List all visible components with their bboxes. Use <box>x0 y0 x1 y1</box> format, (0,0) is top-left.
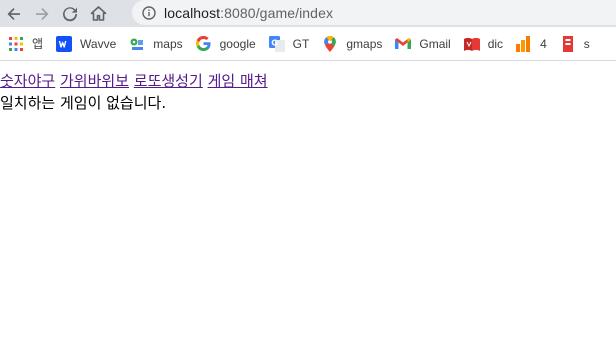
bookmark-label: Wavve <box>80 36 117 51</box>
link-rock-paper-scissors[interactable]: 가위바위보 <box>60 72 129 90</box>
bookmark-s[interactable]: s <box>557 32 593 56</box>
url-path: :8080/game/index <box>220 4 334 21</box>
svg-text:G: G <box>271 38 278 47</box>
bookmark-dic[interactable]: dic <box>461 32 506 56</box>
bookmark-label: GT <box>292 36 310 51</box>
url-host: localhost <box>164 4 221 21</box>
bookmark-label: dic <box>487 36 504 51</box>
bookmark-gt[interactable]: G GT <box>266 32 313 56</box>
browser-toolbar: localhost:8080/game/index <box>0 0 616 27</box>
back-button[interactable] <box>0 1 28 26</box>
bookmark-gmaps[interactable]: gmaps <box>319 32 385 56</box>
apps-grid-icon <box>8 36 24 52</box>
bookmark-4[interactable]: 4 <box>513 32 550 56</box>
site-info-icon[interactable] <box>142 5 156 20</box>
bookmark-label: gmaps <box>346 36 383 51</box>
red-bookmark-icon <box>560 35 576 52</box>
home-button[interactable] <box>84 1 112 26</box>
reload-icon <box>63 6 78 21</box>
gmail-icon <box>395 36 412 52</box>
link-number-baseball[interactable]: 숫자야구 <box>0 72 55 90</box>
wavve-icon <box>56 35 73 52</box>
bookmarks-bar: 앱 Wavve maps google G GT gmaps Gmail dic… <box>0 27 616 61</box>
bookmark-google[interactable]: google <box>193 32 259 56</box>
bookmark-wavve[interactable]: Wavve <box>53 32 119 56</box>
bookmark-label: 4 <box>540 36 547 51</box>
forward-arrow-icon <box>36 7 49 20</box>
bookmark-maps[interactable]: maps <box>126 32 185 56</box>
bookmark-label: Gmail <box>419 36 451 51</box>
bookmark-apps[interactable]: 앱 <box>5 32 46 56</box>
google-translate-icon: G <box>268 35 285 52</box>
bars-icon <box>516 35 532 52</box>
reload-button[interactable] <box>56 1 84 26</box>
maps-icon <box>129 36 145 52</box>
home-icon <box>90 6 106 21</box>
bookmark-label: google <box>219 36 256 51</box>
bookmark-gmail[interactable]: Gmail <box>392 32 453 56</box>
game-nav: 숫자야구 가위바위보 로또생성기 게임 매쳐 <box>0 71 268 91</box>
bookmark-label: s <box>583 36 590 51</box>
google-maps-pin-icon <box>322 35 338 52</box>
forward-button[interactable] <box>28 1 56 26</box>
back-arrow-icon <box>7 7 20 20</box>
link-lotto-generator[interactable]: 로또생성기 <box>134 72 203 90</box>
no-match-message: 일치하는 게임이 없습니다. <box>0 94 167 112</box>
bookmark-label: maps <box>153 36 183 51</box>
google-icon <box>196 36 212 52</box>
dictionary-icon <box>463 36 480 52</box>
url-text: localhost:8080/game/index <box>164 5 333 21</box>
link-game-matcher[interactable]: 게임 매쳐 <box>208 72 268 90</box>
page-content: 숫자야구 가위바위보 로또생성기 게임 매쳐 일치하는 게임이 없습니다. <box>0 62 616 355</box>
address-bar[interactable]: localhost:8080/game/index <box>132 0 616 25</box>
bookmark-label: 앱 <box>32 37 44 51</box>
